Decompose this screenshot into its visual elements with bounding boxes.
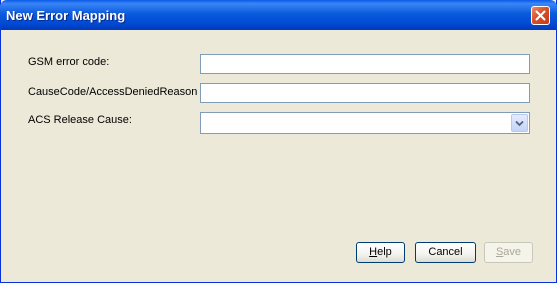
save-button-label-post: ave [503, 246, 522, 258]
cause-code-label: CauseCode/AccessDeniedReason [28, 86, 198, 98]
dialog-window: New Error Mapping GSM error code: CauseC… [0, 0, 557, 283]
close-button[interactable] [531, 6, 550, 25]
help-button[interactable]: Help [356, 242, 405, 263]
window-title: New Error Mapping [6, 8, 126, 23]
help-button-label-post: elp [377, 246, 392, 258]
save-button[interactable]: Save [484, 242, 533, 263]
acs-release-cause-select[interactable] [200, 112, 530, 134]
acs-release-cause-label: ACS Release Cause: [28, 114, 132, 126]
gsm-error-code-label: GSM error code: [28, 56, 110, 68]
cancel-button[interactable]: Cancel [415, 242, 476, 263]
dialog-content: GSM error code: CauseCode/AccessDeniedRe… [1, 30, 556, 282]
gsm-error-code-input[interactable] [200, 54, 530, 74]
acs-release-cause-dropdown-button[interactable] [511, 114, 528, 132]
title-bar[interactable]: New Error Mapping [0, 0, 557, 30]
cause-code-input[interactable] [200, 83, 530, 103]
chevron-down-icon [515, 120, 524, 127]
help-button-mnemonic: H [369, 246, 378, 258]
close-icon [535, 10, 546, 21]
